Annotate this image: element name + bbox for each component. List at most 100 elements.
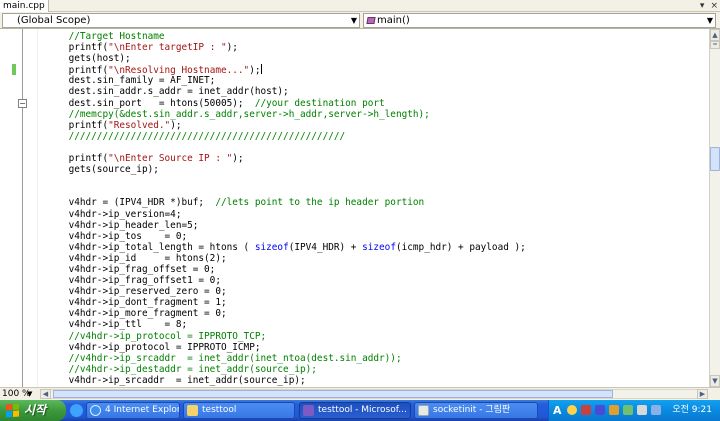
code-line[interactable]: v4hdr = (IPV4_HDR *)buf; //lets point to… xyxy=(46,197,706,208)
monitor-icon[interactable] xyxy=(651,405,661,415)
code-token: //lets point to the ip header portion xyxy=(215,197,425,209)
ime-icon[interactable] xyxy=(567,405,577,415)
code-token: (icmp_hdr) + payload ); xyxy=(395,241,526,253)
code-line[interactable]: printf("Resolved."); xyxy=(46,120,706,131)
code-token: v4hdr->ip_total_length = htons ( xyxy=(46,241,255,253)
code-line[interactable] xyxy=(46,142,706,153)
taskbar-button-folder[interactable]: testtool xyxy=(183,402,295,419)
input-language-indicator[interactable]: A xyxy=(553,400,562,421)
code-line[interactable]: v4hdr->ip_dont_fragment = 1; xyxy=(46,297,706,308)
code-token: dest.sin_family = AF_INET; xyxy=(46,75,216,87)
code-line[interactable]: dest.sin_family = AF_INET; xyxy=(46,75,706,86)
scope-combo-value: (Global Scope) xyxy=(17,15,91,26)
visual-studio-icon xyxy=(303,405,314,416)
code-line[interactable]: //v4hdr->ip_srcaddr = inet_addr(inet_nto… xyxy=(46,353,706,364)
code-token: "Resolved." xyxy=(108,119,171,131)
taskbar-button-paint[interactable]: socketinit - 그림판 xyxy=(414,402,538,419)
code-line[interactable]: ////////////////////////////////////////… xyxy=(46,131,706,142)
clock[interactable]: 오전 9:21 xyxy=(672,400,712,421)
code-line[interactable]: v4hdr->ip_protocol = IPPROTO_ICMP; xyxy=(46,342,706,353)
code-line[interactable]: v4hdr->ip_frag_offset1 = 0; xyxy=(46,275,706,286)
code-line[interactable]: v4hdr->ip_srcaddr = inet_addr(source_ip)… xyxy=(46,375,706,386)
code-token: "\nEnter Source IP : " xyxy=(108,153,233,165)
editor-gutter: − xyxy=(0,29,38,387)
code-line[interactable]: v4hdr->ip_version=4; xyxy=(46,209,706,220)
code-token: "\nEnter targetIP : " xyxy=(108,42,227,54)
code-token: (IPV4_HDR) + xyxy=(288,241,363,253)
code-token: v4hdr->ip_tos = 0; xyxy=(46,230,188,242)
code-line[interactable] xyxy=(46,186,706,197)
scroll-up-icon[interactable]: ▲ xyxy=(710,29,720,41)
collapse-toggle-icon[interactable]: − xyxy=(18,99,27,108)
code-token: dest.sin_port = htons(50005); xyxy=(46,97,255,109)
bluetooth-icon[interactable] xyxy=(595,405,605,415)
code-token: printf( xyxy=(46,42,109,54)
code-line[interactable]: v4hdr->ip_header_len=5; xyxy=(46,220,706,231)
start-label: 시작 xyxy=(24,403,47,417)
security-icon[interactable] xyxy=(581,405,591,415)
code-line[interactable]: printf("\nResolving Hostname..."); xyxy=(46,64,706,75)
taskbar-button-visual-studio[interactable]: testtool - Microsof... xyxy=(299,402,411,419)
code-line[interactable]: v4hdr->ip_reserved_zero = 0; xyxy=(46,286,706,297)
code-line[interactable]: gets(host); xyxy=(46,53,706,64)
code-line[interactable]: v4hdr->ip_ttl = 8; xyxy=(46,319,706,330)
code-token: v4hdr->ip_id = htons(2); xyxy=(46,252,227,264)
code-line[interactable]: v4hdr->ip_more_fragment = 0; xyxy=(46,308,706,319)
paint-icon xyxy=(418,405,429,416)
code-line[interactable]: v4hdr->ip_id = htons(2); xyxy=(46,253,706,264)
code-line[interactable]: //v4hdr->ip_destaddr = inet_addr(source_… xyxy=(46,364,706,375)
volume-icon[interactable] xyxy=(609,405,619,415)
code-token: gets(source_ip); xyxy=(46,164,159,176)
code-editor[interactable]: − //Target Hostname printf("\nEnter targ… xyxy=(0,29,709,387)
folder-icon xyxy=(187,405,198,416)
code-line[interactable]: gets(source_ip); xyxy=(46,164,706,175)
quick-launch-ie-icon[interactable] xyxy=(70,404,83,417)
code-token: //v4hdr->ip_srcaddr = inet_addr(inet_nto… xyxy=(46,352,402,364)
horizontal-scrollbar-thumb[interactable] xyxy=(53,390,613,398)
code-token: sizeof xyxy=(254,241,289,253)
network-icon[interactable] xyxy=(623,405,633,415)
outline-guide-line xyxy=(22,29,23,387)
code-line[interactable]: //Target Hostname xyxy=(46,31,706,42)
vertical-scrollbar[interactable]: ▲ ═ ▼ xyxy=(709,29,720,387)
taskbar-button-ie[interactable]: 4 Internet Explorer xyxy=(86,402,180,419)
code-line[interactable]: //v4hdr->ip_protocol = IPPROTO_TCP; xyxy=(46,331,706,342)
code-token: //v4hdr->ip_protocol = IPPROTO_TCP; xyxy=(46,330,267,342)
code-text[interactable]: //Target Hostname printf("\nEnter target… xyxy=(46,31,706,386)
code-token: printf( xyxy=(46,65,109,76)
scroll-down-icon[interactable]: ▼ xyxy=(710,375,720,387)
scope-combo[interactable]: (Global Scope) ▼ xyxy=(2,13,360,28)
code-token: v4hdr->ip_protocol = IPPROTO_ICMP; xyxy=(46,341,261,353)
tab-list-dropdown-icon[interactable]: ▾ xyxy=(700,0,705,12)
code-line[interactable]: v4hdr->ip_tos = 0; xyxy=(46,231,706,242)
scroll-right-icon[interactable]: ▶ xyxy=(697,389,708,399)
zoom-dropdown-icon[interactable]: ▼ xyxy=(27,388,32,400)
code-line[interactable]: printf("\nEnter targetIP : "); xyxy=(46,42,706,53)
text-caret xyxy=(260,64,262,75)
chevron-down-icon[interactable]: ▼ xyxy=(351,14,357,27)
code-line[interactable]: v4hdr->ip_total_length = htons ( sizeof(… xyxy=(46,242,706,253)
tab-main-cpp[interactable]: main.cpp xyxy=(0,0,49,12)
code-line[interactable] xyxy=(46,175,706,186)
split-handle[interactable]: ═ xyxy=(710,41,720,49)
scroll-left-icon[interactable]: ◀ xyxy=(40,389,51,399)
code-line[interactable]: //memcpy(&dest.sin_addr.s_addr,server->h… xyxy=(46,109,706,120)
start-button[interactable]: 시작 xyxy=(0,400,66,421)
taskbar: 시작 4 Internet Explorer testtool testtool… xyxy=(0,400,720,421)
scrollbar-thumb[interactable] xyxy=(710,147,720,171)
code-token: ); xyxy=(226,42,238,54)
code-line[interactable]: printf("\nEnter Source IP : "); xyxy=(46,153,706,164)
horizontal-scrollbar[interactable]: ◀ ▶ xyxy=(40,389,708,399)
windows-logo-icon xyxy=(6,403,19,418)
member-combo[interactable]: main() ▼ xyxy=(363,13,716,28)
code-line[interactable]: dest.sin_addr.s_addr = inet_addr(host); xyxy=(46,86,706,97)
close-tab-icon[interactable]: × xyxy=(710,0,718,12)
display-icon[interactable] xyxy=(637,405,647,415)
code-token: v4hdr->ip_ttl = 8; xyxy=(46,319,188,331)
code-line[interactable]: v4hdr->ip_frag_offset = 0; xyxy=(46,264,706,275)
code-line[interactable]: dest.sin_port = htons(50005); //your des… xyxy=(46,98,706,109)
code-token: printf( xyxy=(46,153,109,165)
code-token: v4hdr->ip_more_fragment = 0; xyxy=(46,308,227,320)
chevron-down-icon[interactable]: ▼ xyxy=(707,14,713,27)
taskbar-button-label: testtool - Microsof... xyxy=(318,405,407,415)
